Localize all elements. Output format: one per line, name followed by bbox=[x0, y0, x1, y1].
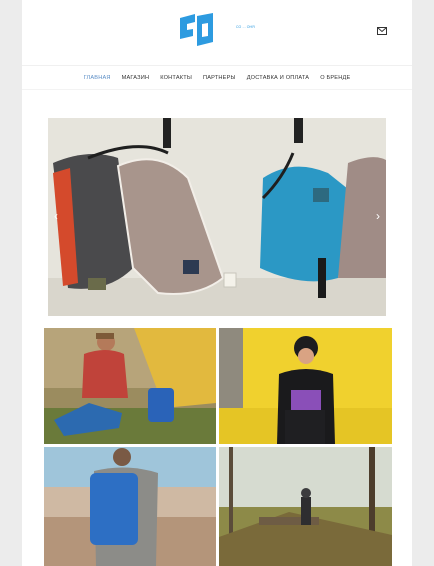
hero-slider[interactable]: ‹ › bbox=[48, 118, 386, 316]
main-nav: ГЛАВНАЯ МАГАЗИН КОНТАКТЫ ПАРТНЕРЫ ДОСТАВ… bbox=[22, 66, 412, 90]
site-header: СО ... ОНЯ bbox=[22, 0, 412, 66]
nav-item-partners[interactable]: ПАРТНЕРЫ bbox=[203, 75, 236, 81]
brand-logo[interactable] bbox=[177, 12, 257, 52]
nav-item-about[interactable]: О БРЕНДЕ bbox=[320, 75, 350, 81]
hero-image-bags bbox=[48, 118, 386, 316]
brand-tagline: СО ... ОНЯ bbox=[236, 25, 255, 29]
nav-item-delivery[interactable]: ДОСТАВКА И ОПЛАТА bbox=[247, 75, 310, 81]
chevron-right-icon[interactable]: › bbox=[376, 210, 380, 222]
page: СО ... ОНЯ ГЛАВНАЯ МАГАЗИН КОНТАКТЫ ПАРТ… bbox=[22, 0, 412, 566]
nav-item-home[interactable]: ГЛАВНАЯ bbox=[84, 75, 111, 81]
nav-item-shop[interactable]: МАГАЗИН bbox=[122, 75, 150, 81]
photo-tile-canyon[interactable] bbox=[44, 447, 216, 566]
mail-icon[interactable] bbox=[377, 27, 387, 35]
nav-item-contacts[interactable]: КОНТАКТЫ bbox=[160, 75, 192, 81]
photo-tile-yellow-wall[interactable] bbox=[219, 328, 392, 444]
chevron-left-icon[interactable]: ‹ bbox=[54, 210, 58, 222]
photo-tile-plaid-man[interactable] bbox=[44, 328, 216, 444]
photo-tile-forest[interactable] bbox=[219, 447, 392, 566]
